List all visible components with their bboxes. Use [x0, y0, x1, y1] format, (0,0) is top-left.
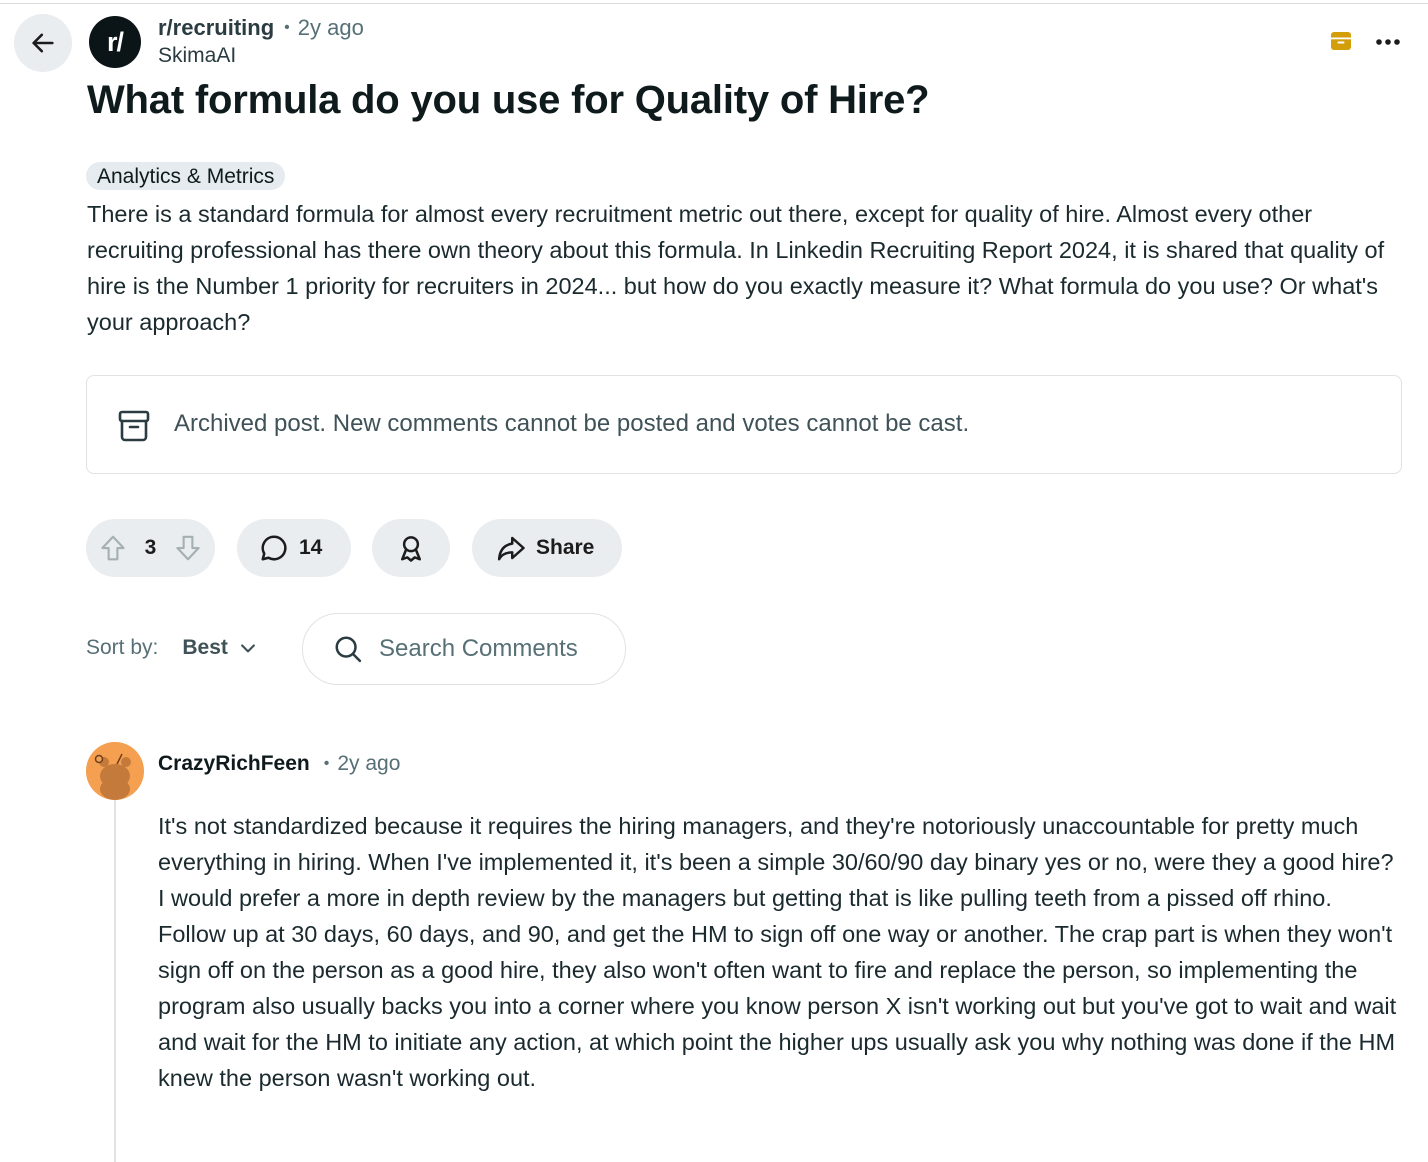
more-options-button[interactable]	[1372, 26, 1404, 58]
comment-avatar[interactable]	[86, 742, 144, 800]
more-options-icon	[1376, 39, 1400, 45]
comment-body: It's not standardized because it require…	[158, 813, 1397, 1091]
upvote-icon	[101, 535, 125, 561]
search-icon	[335, 636, 362, 663]
upvote-button[interactable]	[98, 533, 128, 563]
sort-dropdown[interactable]: Best	[182, 636, 228, 660]
comment-count: 14	[299, 536, 323, 559]
back-arrow-icon	[32, 33, 54, 53]
archive-box-icon	[118, 410, 150, 442]
comment-icon	[261, 535, 287, 561]
archived-notice: Archived post. New comments cannot be po…	[86, 375, 1402, 474]
share-icon	[497, 536, 525, 561]
share-label: Share	[536, 536, 595, 559]
share-button[interactable]: Share	[472, 519, 622, 577]
sort-label: Sort by:	[86, 636, 159, 659]
award-icon	[401, 536, 421, 562]
user-avatar	[86, 742, 144, 800]
sort-chevron[interactable]	[238, 638, 258, 658]
downvote-icon	[176, 535, 200, 561]
archived-message: Archived post. New comments cannot be po…	[174, 410, 970, 437]
back-button[interactable]	[14, 14, 72, 72]
search-placeholder: Search Comments	[379, 635, 578, 662]
top-divider	[0, 3, 1428, 4]
post-author[interactable]: SkimaAI	[158, 44, 364, 68]
vote-control: 3	[86, 519, 215, 577]
comment-meta: CrazyRichFeen • 2y ago	[158, 752, 400, 776]
separator-dot: •	[323, 755, 330, 772]
subreddit-avatar[interactable]: r/	[89, 16, 141, 68]
search-comments-input[interactable]: Search Comments	[302, 613, 626, 685]
archive-icon	[1331, 32, 1351, 50]
subreddit-link[interactable]: r/recruiting	[158, 15, 274, 41]
thread-line[interactable]	[114, 800, 116, 1162]
post-title: What formula do you use for Quality of H…	[87, 78, 930, 122]
downvote-button[interactable]	[173, 533, 203, 563]
post-meta: r/recruiting • 2y ago SkimaAI	[158, 14, 364, 68]
post-body: There is a standard formula for almost e…	[87, 201, 1385, 335]
vote-count: 3	[144, 536, 157, 559]
comments-button[interactable]: 14	[237, 519, 351, 577]
separator-dot: •	[284, 19, 290, 36]
comment-author[interactable]: CrazyRichFeen	[158, 752, 310, 776]
award-button[interactable]	[372, 519, 450, 577]
chevron-down-icon	[240, 644, 255, 653]
comment-time: 2y ago	[337, 752, 401, 775]
post-time: 2y ago	[297, 15, 364, 40]
post-flair[interactable]: Analytics & Metrics	[86, 162, 286, 190]
sort-control: Sort by: Best	[86, 636, 258, 660]
